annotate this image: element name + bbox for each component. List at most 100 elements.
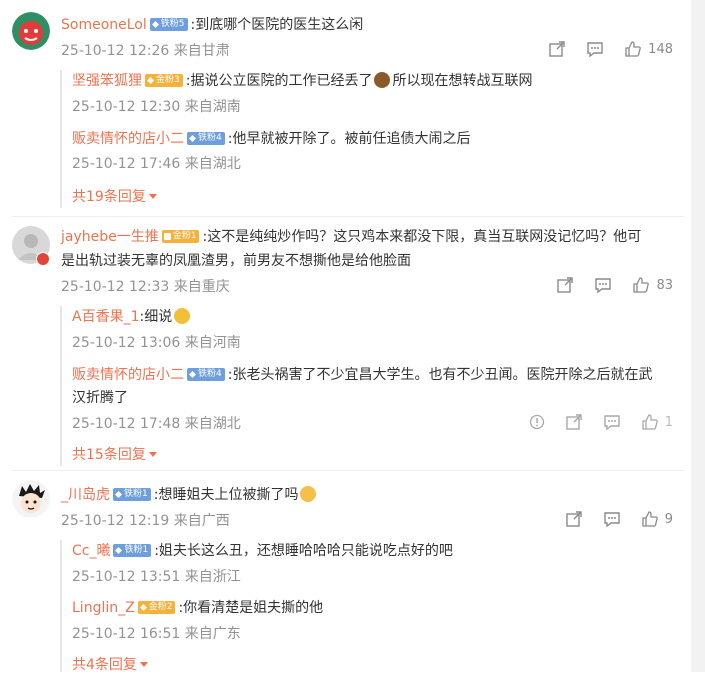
location: 来自重庆 xyxy=(173,279,230,295)
verified-badge-icon xyxy=(36,252,50,266)
fan-badge[interactable]: 金粉3 xyxy=(145,74,183,87)
caret-down-icon xyxy=(148,194,157,199)
location: 来自湖南 xyxy=(184,99,241,115)
comment-text: :这不是纯纯炒作吗？这只鸡本来都没下限，真当互联网没记忆吗？他可 xyxy=(202,229,642,245)
more-replies-link[interactable]: 共4条回复 xyxy=(72,654,148,674)
timestamp: 25-10-12 17:48 xyxy=(72,416,181,432)
like-button[interactable]: 1 xyxy=(641,413,673,431)
comment-actions: 9 xyxy=(565,510,673,528)
location: 来自浙江 xyxy=(184,569,241,585)
fan-badge[interactable]: 铁粉1 xyxy=(113,544,152,557)
timestamp: 25-10-12 12:19 xyxy=(61,513,170,529)
username[interactable]: 贩卖情怀的店小二 xyxy=(72,131,184,147)
timestamp: 25-10-12 12:26 xyxy=(61,43,170,59)
comment-list: SomeoneLol 铁粉5:到底哪个医院的医生这么闲 25-10-12 12:2… xyxy=(0,0,691,674)
share-icon[interactable] xyxy=(565,510,583,528)
fan-badge[interactable]: 铁粉4 xyxy=(187,368,225,381)
thumbs-up-icon xyxy=(642,414,658,430)
reply-header: Cc_曦 铁粉1 :姐夫长这么丑，还想睡哈哈哈只能说吃点好的吧 xyxy=(72,540,453,561)
comment-header: jayhebe一生推 金粉1 :这不是纯纯炒作吗？这只鸡本来都没下限，真当互联网没记… xyxy=(61,226,641,247)
reply-meta: 25-10-12 13:51 来自浙江 xyxy=(72,566,241,586)
like-button[interactable]: 9 xyxy=(641,510,673,528)
comment-item: jayhebe一生推 金粉1 :这不是纯纯炒作吗？这只鸡本来都没下限，真当互联网没记… xyxy=(0,222,691,470)
reply-meta: 25-10-12 13:06 来自河南 xyxy=(72,332,241,352)
username[interactable]: Cc_曦 xyxy=(72,543,110,559)
comment-meta: 25-10-12 12:33 来自重庆 xyxy=(61,276,230,296)
divider xyxy=(12,470,684,471)
monkey-emoji-icon xyxy=(374,72,391,88)
like-button[interactable]: 148 xyxy=(624,40,673,58)
timestamp: 25-10-12 13:51 xyxy=(72,569,181,585)
comment-text-cont: 是出轨过装无辜的凤凰渣男，前男友不想撕他是给他脸面 xyxy=(61,253,411,269)
location: 来自广西 xyxy=(173,513,230,529)
comment-meta: 25-10-12 12:19 来自广西 xyxy=(61,510,230,530)
reply-header: A百香果_1:细说 xyxy=(72,306,192,327)
comment-header: _川岛虎 铁粉1:想睡姐夫上位被撕了吗 xyxy=(61,484,318,505)
like-count: 83 xyxy=(656,277,673,293)
badge-label: 铁粉1 xyxy=(124,545,149,555)
share-icon[interactable] xyxy=(565,413,583,431)
username[interactable]: 坚强笨狐狸 xyxy=(72,73,142,89)
badge-label: 金粉1 xyxy=(172,231,197,241)
more-replies-link[interactable]: 共15条回复 xyxy=(72,444,157,464)
diamond-icon xyxy=(115,491,122,498)
more-replies-link[interactable]: 共19条回复 xyxy=(72,186,157,206)
reply-icon[interactable] xyxy=(603,510,621,528)
diamond-icon xyxy=(115,547,123,554)
fan-badge[interactable]: 铁粉4 xyxy=(187,132,225,145)
diamond-icon xyxy=(139,604,147,611)
reply-meta: 25-10-12 17:46 来自湖北 xyxy=(72,153,241,173)
more-replies-label: 共4条回复 xyxy=(72,657,137,673)
like-count: 9 xyxy=(664,511,673,527)
avatar[interactable] xyxy=(12,480,50,518)
comment-header: SomeoneLol 铁粉5:到底哪个医院的医生这么闲 xyxy=(61,14,363,35)
badge-label: 金粉3 xyxy=(156,75,180,85)
like-count: 1 xyxy=(664,414,673,430)
badge-label: 铁粉1 xyxy=(124,489,148,499)
diamond-icon xyxy=(151,21,159,28)
fan-badge[interactable]: 铁粉1 xyxy=(113,488,151,501)
comment-actions: 83 xyxy=(556,276,673,294)
crying-emoji-icon xyxy=(300,486,317,502)
reply-meta: 25-10-12 16:51 来自广东 xyxy=(72,623,241,643)
thumbs-up-icon xyxy=(633,277,650,293)
fan-badge[interactable]: 金粉1 xyxy=(161,230,200,243)
scrollbar-track[interactable] xyxy=(691,0,705,672)
caret-down-icon xyxy=(139,662,148,667)
username[interactable]: jayhebe一生推 xyxy=(61,229,159,245)
reply-text: :姐夫长这么丑，还想睡哈哈哈只能说吃点好的吧 xyxy=(154,543,453,559)
comment-actions: 148 xyxy=(548,40,673,58)
username[interactable]: SomeoneLol xyxy=(61,17,147,33)
reply-thread-line xyxy=(60,70,62,208)
reply-icon[interactable] xyxy=(594,276,612,294)
fan-badge[interactable]: 铁粉5 xyxy=(149,18,188,31)
reply-thread-line xyxy=(60,540,62,672)
fan-badge[interactable]: 金粉2 xyxy=(137,601,176,614)
username[interactable]: 贩卖情怀的店小二 xyxy=(72,367,184,383)
comment-item: _川岛虎 铁粉1:想睡姐夫上位被撕了吗 25-10-12 12:19 来自广西 9… xyxy=(0,476,691,674)
like-button[interactable]: 83 xyxy=(632,276,673,294)
diamond-icon xyxy=(147,77,154,84)
share-icon[interactable] xyxy=(556,276,574,294)
report-icon[interactable] xyxy=(529,414,545,430)
reply-header: 贩卖情怀的店小二 铁粉4:张老头祸害了不少宜昌大学生。也有不少丑闻。医院开除之后就… xyxy=(72,364,652,385)
location: 来自湖北 xyxy=(184,156,241,172)
badge-label: 铁粉5 xyxy=(160,19,185,29)
reply-icon[interactable] xyxy=(586,40,604,58)
avatar[interactable] xyxy=(12,12,50,50)
reply-text-cont: 所以现在想转战互联网 xyxy=(392,73,533,89)
clap-emoji-icon xyxy=(174,308,191,324)
username[interactable]: Linglin_Z xyxy=(72,600,135,616)
caret-down-icon xyxy=(148,452,157,457)
username[interactable]: _川岛虎 xyxy=(61,487,110,503)
reply-actions: 1 xyxy=(529,413,673,431)
reply-header: Linglin_Z 金粉2:你看清楚是姐夫撕的他 xyxy=(72,597,323,618)
reply-text: :他早就被开除了。被前任追债大闹之后 xyxy=(227,131,471,147)
reply-icon[interactable] xyxy=(603,413,621,431)
username[interactable]: A百香果_1 xyxy=(72,309,139,325)
share-icon[interactable] xyxy=(548,40,566,58)
comment-text-line2: 是出轨过装无辜的凤凰渣男，前男友不想撕他是给他脸面 xyxy=(61,250,411,271)
diamond-icon xyxy=(189,135,196,142)
location: 来自河南 xyxy=(184,335,241,351)
timestamp: 25-10-12 12:33 xyxy=(61,279,170,295)
